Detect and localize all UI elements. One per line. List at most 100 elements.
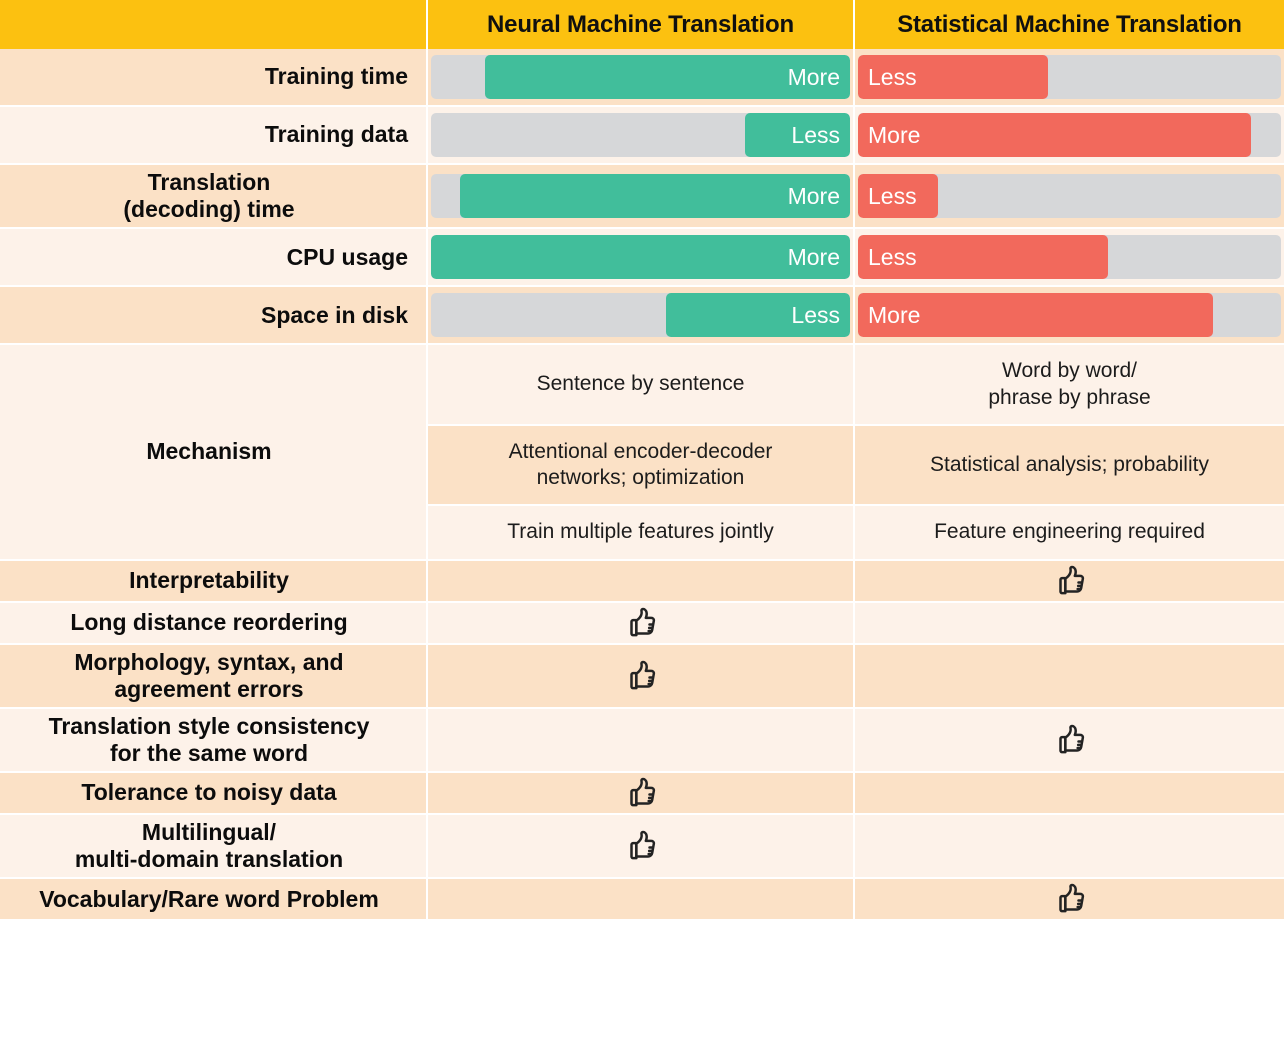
header-statistical-machine-translation: Statistical Machine Translation xyxy=(854,0,1284,49)
table-row-multilingual-translation: Multilingual/ multi-domain translation xyxy=(0,814,1284,880)
mechanism-cell-smt-3: Feature engineering required xyxy=(854,505,1284,561)
bar-track: Less xyxy=(431,293,850,338)
bar-cell-smt-translation-time: Less xyxy=(854,164,1284,230)
bar-track: Less xyxy=(858,55,1281,99)
bar-value-label: More xyxy=(787,182,840,209)
row-label-line-2: (decoding) time xyxy=(123,196,295,223)
row-label-multilingual-translation: Multilingual/ multi-domain translation xyxy=(0,814,428,880)
bar-fill-nmt: More xyxy=(431,235,850,280)
bar-track: Less xyxy=(858,174,1281,219)
bar-value-label: More xyxy=(868,121,921,148)
table-row-mechanism-1: Mechanism Sentence by sentence Word by w… xyxy=(0,344,1284,561)
row-label-training-data: Training data xyxy=(0,106,428,165)
thumb-cell-smt-long-distance-reordering xyxy=(854,601,1284,645)
bar-cell-smt-space-in-disk: More xyxy=(854,286,1284,346)
thumb-cell-nmt-vocabulary xyxy=(427,878,855,922)
table-row-training-data: Training data Less More xyxy=(0,106,1284,165)
bar-cell-smt-training-time: Less xyxy=(854,49,1284,107)
bar-fill-nmt: More xyxy=(485,55,850,99)
mechanism-cell-nmt-3: Train multiple features jointly xyxy=(427,505,855,561)
bar-value-label: Less xyxy=(868,243,917,270)
table-row-training-time: Training time More Less xyxy=(0,49,1284,107)
bar-track: More xyxy=(431,55,850,99)
mechanism-cell-nmt-1: Sentence by sentence xyxy=(427,344,855,426)
thumb-cell-smt-morphology xyxy=(854,643,1284,709)
thumbs-up-icon xyxy=(1050,561,1090,601)
bar-fill-smt: More xyxy=(858,113,1252,157)
table-row-space-in-disk: Space in disk Less More xyxy=(0,286,1284,346)
header-corner-cell xyxy=(0,0,428,49)
thumbs-up-icon xyxy=(621,603,661,643)
mechanism-cell-smt-1: Word by word/ phrase by phrase xyxy=(854,344,1284,426)
table-row-interpretability: Interpretability xyxy=(0,559,1284,603)
bar-fill-smt: Less xyxy=(858,235,1108,280)
thumbs-up-icon xyxy=(1050,720,1090,760)
thumb-cell-smt-multilingual xyxy=(854,814,1284,880)
table-row-vocabulary-rare-word-problem: Vocabulary/Rare word Problem xyxy=(0,878,1284,922)
row-label-line-1: Translation xyxy=(147,169,271,195)
bar-track: More xyxy=(858,293,1281,338)
table-row-long-distance-reordering: Long distance reordering xyxy=(0,601,1284,645)
table-row-translation-style-consistency: Translation style consistency for the sa… xyxy=(0,707,1284,774)
row-label-tolerance-to-noisy-data: Tolerance to noisy data xyxy=(0,772,428,815)
bar-cell-nmt-translation-time: More xyxy=(427,164,855,230)
thumb-cell-smt-tolerance xyxy=(854,772,1284,815)
mechanism-text-line-1: Attentional encoder-decoder xyxy=(508,439,773,463)
bar-value-label: Less xyxy=(791,121,840,148)
row-label-line-1: Morphology, syntax, and xyxy=(74,648,344,675)
row-label-cpu-usage: CPU usage xyxy=(0,228,428,288)
table-row-translation-decoding-time: Translation (decoding) time More Less xyxy=(0,164,1284,230)
thumb-cell-smt-vocabulary xyxy=(854,878,1284,922)
row-label-line-2: agreement errors xyxy=(114,675,304,702)
bar-track: More xyxy=(431,235,850,280)
bar-cell-nmt-space-in-disk: Less xyxy=(427,286,855,346)
thumbs-up-icon xyxy=(621,773,661,813)
row-label-translation-style-consistency: Translation style consistency for the sa… xyxy=(0,707,428,774)
thumb-cell-nmt-long-distance-reordering xyxy=(427,601,855,645)
row-label-line-2: multi-domain translation xyxy=(74,846,344,873)
bar-cell-smt-training-data: More xyxy=(854,106,1284,165)
bar-cell-smt-cpu-usage: Less xyxy=(854,228,1284,288)
bar-value-label: More xyxy=(868,301,921,328)
bar-track: Less xyxy=(431,113,850,157)
row-label-line-1: Translation style consistency xyxy=(48,712,370,739)
thumb-cell-nmt-translation-style xyxy=(427,707,855,774)
row-label-space-in-disk: Space in disk xyxy=(0,286,428,346)
bar-fill-nmt: Less xyxy=(745,113,850,157)
table-row-morphology-syntax-agreement-errors: Morphology, syntax, and agreement errors xyxy=(0,643,1284,709)
bar-fill-smt: Less xyxy=(858,55,1049,99)
mechanism-text-line-2: networks; optimization xyxy=(536,466,745,489)
table-row-tolerance-to-noisy-data: Tolerance to noisy data xyxy=(0,772,1284,815)
bar-value-label: More xyxy=(787,243,840,270)
row-label-long-distance-reordering: Long distance reordering xyxy=(0,601,428,645)
row-label-line-2: for the same word xyxy=(109,739,309,766)
thumb-cell-nmt-multilingual xyxy=(427,814,855,880)
bar-fill-smt: More xyxy=(858,293,1214,338)
table-row-cpu-usage: CPU usage More Less xyxy=(0,228,1284,288)
bar-cell-nmt-training-data: Less xyxy=(427,106,855,165)
table-header-row: Neural Machine Translation Statistical M… xyxy=(0,0,1284,49)
comparison-table: Neural Machine Translation Statistical M… xyxy=(0,0,1284,922)
bar-fill-smt: Less xyxy=(858,174,939,219)
thumb-cell-smt-interpretability xyxy=(854,559,1284,603)
bar-cell-nmt-cpu-usage: More xyxy=(427,228,855,288)
bar-value-label: More xyxy=(787,63,840,90)
row-label-line-1: Multilingual/ xyxy=(141,819,277,845)
thumb-cell-nmt-interpretability xyxy=(427,559,855,603)
bar-cell-nmt-training-time: More xyxy=(427,49,855,107)
bar-fill-nmt: Less xyxy=(665,293,850,338)
bar-track: More xyxy=(858,113,1281,157)
header-neural-machine-translation: Neural Machine Translation xyxy=(427,0,855,49)
mechanism-cell-nmt-2: Attentional encoder-decoder networks; op… xyxy=(427,424,855,507)
thumb-cell-nmt-tolerance xyxy=(427,772,855,815)
thumb-cell-smt-translation-style xyxy=(854,707,1284,774)
row-label-vocabulary-rare-word-problem: Vocabulary/Rare word Problem xyxy=(0,878,428,922)
mechanism-cell-smt-2: Statistical analysis; probability xyxy=(854,424,1284,507)
thumb-cell-nmt-morphology xyxy=(427,643,855,709)
thumbs-up-icon xyxy=(1050,879,1090,919)
bar-value-label: Less xyxy=(868,182,917,209)
bar-track: Less xyxy=(858,235,1281,280)
mechanism-text-line-1: Word by word/ xyxy=(1002,359,1137,383)
row-label-morphology-syntax-agreement-errors: Morphology, syntax, and agreement errors xyxy=(0,643,428,709)
thumbs-up-icon xyxy=(621,826,661,866)
